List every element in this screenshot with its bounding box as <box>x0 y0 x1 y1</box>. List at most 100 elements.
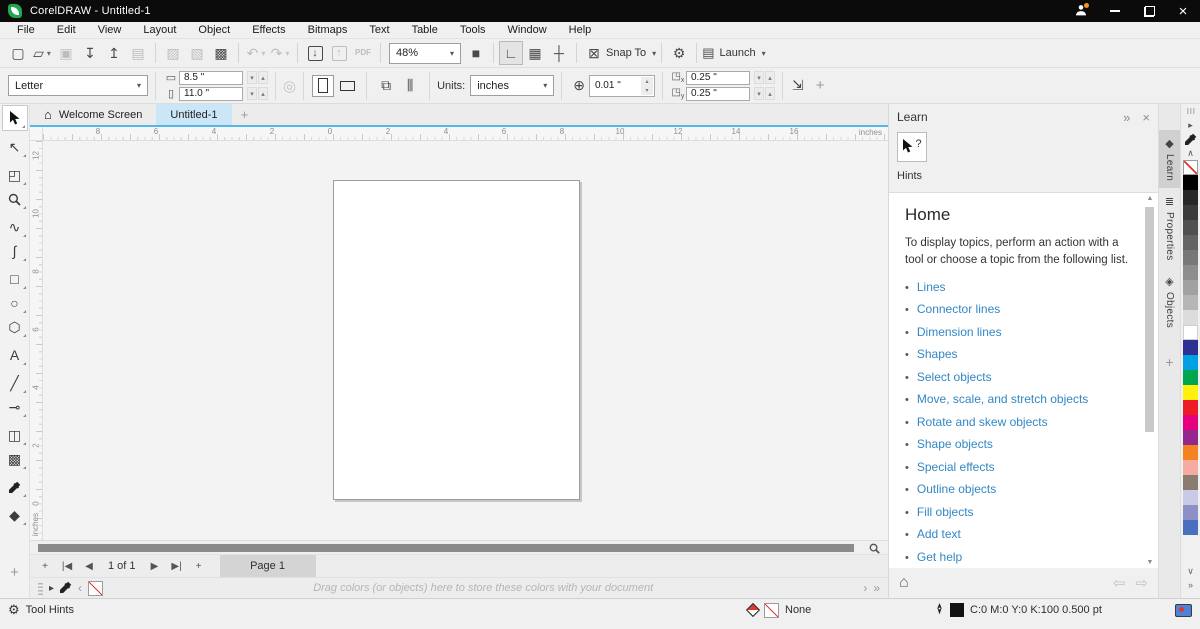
width-spin-down[interactable]: ▾ <box>247 71 257 84</box>
tab-welcome-screen[interactable]: ⌂ Welcome Screen <box>30 104 156 125</box>
scrollbar-thumb[interactable] <box>38 544 854 552</box>
cloud-upload-button[interactable]: ↥ <box>102 41 126 65</box>
color-swatch[interactable] <box>1183 355 1198 370</box>
palette-expand-icon[interactable]: » <box>1188 580 1193 594</box>
menu-layout[interactable]: Layout <box>132 24 187 36</box>
add-page-button-end[interactable]: + <box>188 561 210 572</box>
palette-flyout-icon[interactable]: ▸ <box>1188 118 1193 132</box>
zoom-level-combo[interactable]: 48%▾ <box>389 43 461 64</box>
minimize-button[interactable] <box>1098 0 1132 22</box>
learn-topic-link[interactable]: Get help <box>917 550 962 564</box>
color-swatch[interactable] <box>1183 280 1198 295</box>
polygon-tool[interactable]: ⬡ <box>2 315 28 339</box>
menu-effects[interactable]: Effects <box>241 24 296 36</box>
previous-page-button[interactable]: ◀ <box>78 561 100 572</box>
menu-text[interactable]: Text <box>358 24 400 36</box>
page-size-combo[interactable]: Letter ▾ <box>8 75 148 96</box>
height-spin-up[interactable]: ▴ <box>258 87 268 100</box>
redo-button[interactable]: ↷▾ <box>268 41 292 65</box>
undo-button[interactable]: ↶▾ <box>244 41 268 65</box>
color-swatch[interactable] <box>1183 370 1198 385</box>
new-document-button[interactable]: ▢ <box>6 41 30 65</box>
docker-tab-properties[interactable]: ≣Properties <box>1159 188 1181 268</box>
color-swatch[interactable] <box>1183 310 1198 325</box>
connector-tool[interactable]: ⊸ <box>2 395 28 419</box>
drop-shadow-tool[interactable]: ◫ <box>2 423 28 447</box>
drag-handle[interactable] <box>38 581 43 595</box>
nudge-spin-up[interactable]: ▴ <box>641 77 653 86</box>
docker-tab-learn[interactable]: ◆Learn <box>1159 130 1181 188</box>
back-icon[interactable]: ⇦ <box>1113 574 1126 592</box>
first-page-button[interactable]: |◀ <box>56 561 78 572</box>
color-swatch-none[interactable] <box>1183 160 1198 175</box>
learn-topic-link[interactable]: Add text <box>917 527 961 541</box>
learn-topic-link[interactable]: Move, scale, and stretch objects <box>917 392 1088 406</box>
height-spin-down[interactable]: ▾ <box>247 87 257 100</box>
restore-button[interactable] <box>1132 0 1166 22</box>
menu-table[interactable]: Table <box>401 24 449 36</box>
close-button[interactable]: × <box>1166 0 1200 22</box>
zoom-tool-shortcut-icon[interactable] <box>869 541 880 555</box>
freehand-tool[interactable]: ∿ <box>2 215 28 239</box>
current-page-button[interactable]: ⫼ <box>398 77 422 94</box>
learn-topic-link[interactable]: Dimension lines <box>917 325 1002 339</box>
color-swatch[interactable] <box>1183 220 1198 235</box>
mesh-fill-tool[interactable]: ▩ <box>2 447 28 471</box>
duplicate-x-field[interactable]: 0.25 " <box>686 71 750 85</box>
duplicate-y-field[interactable]: 0.25 " <box>686 87 750 101</box>
scroll-right-icon[interactable]: › <box>863 581 867 595</box>
scroll-down-icon[interactable]: ▼ <box>1144 559 1156 566</box>
dup-x-spin-up[interactable]: ▴ <box>765 71 775 84</box>
color-swatch[interactable] <box>1183 340 1198 355</box>
color-swatch[interactable] <box>1183 385 1198 400</box>
dup-x-spin-down[interactable]: ▾ <box>754 71 764 84</box>
add-page-button[interactable]: + <box>34 561 56 572</box>
color-swatch[interactable] <box>1183 205 1198 220</box>
document-page[interactable] <box>333 180 580 500</box>
gear-icon[interactable]: ⚙ <box>8 602 20 618</box>
menu-edit[interactable]: Edit <box>46 24 87 36</box>
color-proof-monitor-icon[interactable] <box>1175 604 1192 617</box>
expand-right-icon[interactable]: ▸ <box>49 583 54 594</box>
menu-bitmaps[interactable]: Bitmaps <box>297 24 359 36</box>
units-combo[interactable]: inches ▾ <box>470 75 554 96</box>
snap-off-button[interactable]: ⊠ <box>582 41 606 65</box>
color-swatch[interactable] <box>1183 175 1198 190</box>
learn-topic-link[interactable]: Select objects <box>917 370 992 384</box>
menu-object[interactable]: Object <box>187 24 241 36</box>
publish-to-pdf-button[interactable]: PDF <box>351 41 375 65</box>
ruler-origin[interactable] <box>30 127 43 140</box>
account-button[interactable] <box>1064 0 1098 22</box>
ellipse-tool[interactable]: ○ <box>2 291 28 315</box>
color-swatch[interactable] <box>1183 265 1198 280</box>
print-button[interactable]: ▤ <box>126 41 150 65</box>
drawing-canvas[interactable] <box>43 141 888 540</box>
export-button[interactable]: ↑ <box>327 41 351 65</box>
collapse-docker-icon[interactable]: » <box>1123 110 1130 125</box>
color-swatch[interactable] <box>1183 325 1198 340</box>
menu-file[interactable]: File <box>6 24 46 36</box>
shape-tool[interactable]: ↖ <box>2 135 28 159</box>
dup-y-spin-up[interactable]: ▴ <box>765 87 775 100</box>
page-height-field[interactable]: 11.0 " <box>179 87 243 101</box>
import-button[interactable]: ↓ <box>303 41 327 65</box>
options-button[interactable]: ⚙ <box>667 41 691 65</box>
learn-home-button[interactable]: ⌂ <box>899 574 909 592</box>
color-swatch[interactable] <box>1183 490 1198 505</box>
learn-topic-link[interactable]: Special effects <box>917 460 995 474</box>
color-swatch[interactable] <box>1183 415 1198 430</box>
menu-tools[interactable]: Tools <box>449 24 497 36</box>
next-page-button[interactable]: ▶ <box>144 561 166 572</box>
dup-y-spin-down[interactable]: ▾ <box>754 87 764 100</box>
color-swatch[interactable] <box>1183 295 1198 310</box>
palette-scroll-up-icon[interactable]: ∧ <box>1187 146 1194 160</box>
close-docker-icon[interactable]: × <box>1142 110 1150 125</box>
get-more-download-button[interactable]: ↧ <box>78 41 102 65</box>
learn-topic-link[interactable]: Outline objects <box>917 482 996 496</box>
palette-drag-handle[interactable] <box>1187 108 1195 114</box>
zoom-tool[interactable] <box>2 187 28 211</box>
learn-topic-link[interactable]: Fill objects <box>917 505 974 519</box>
vertical-ruler[interactable]: 121086420inches <box>30 141 43 540</box>
horizontal-ruler[interactable]: 86420246810121416inches <box>43 127 888 140</box>
menu-window[interactable]: Window <box>497 24 558 36</box>
